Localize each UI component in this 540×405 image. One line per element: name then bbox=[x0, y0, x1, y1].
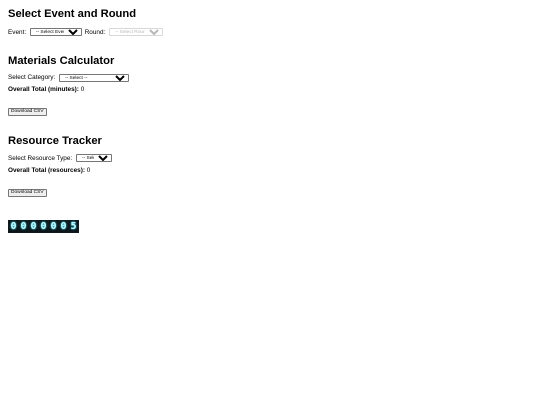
event-section-title: Select Event and Round bbox=[8, 8, 137, 20]
resources-download-csv-button[interactable]: Download CSV bbox=[8, 189, 47, 198]
counter-digit: 5 bbox=[69, 221, 78, 233]
resources-total-value: 0 bbox=[86, 167, 91, 175]
resource-type-label: Select Resource Type: bbox=[8, 155, 73, 163]
counter-digit: 0 bbox=[9, 221, 18, 233]
counter-digit: 0 bbox=[59, 221, 68, 233]
event-label: Event: bbox=[8, 28, 27, 36]
materials-total-label: Overall Total (minutes): bbox=[8, 86, 79, 94]
event-round-row: Event: -- Select Event -- Round: -- Sele… bbox=[8, 28, 532, 37]
category-label: Select Category: bbox=[8, 74, 56, 82]
resources-section-title: Resource Tracker bbox=[8, 135, 102, 148]
materials-total-value: 0 bbox=[80, 86, 85, 94]
counter-digit: 0 bbox=[49, 221, 58, 233]
counter-digit: 0 bbox=[39, 221, 48, 233]
round-select[interactable]: -- Select Round -- bbox=[109, 28, 164, 36]
visitor-counter: 0000005 bbox=[8, 220, 79, 234]
materials-section-title: Materials Calculator bbox=[8, 54, 115, 67]
materials-total: Overall Total (minutes): 0 bbox=[8, 86, 532, 94]
category-row: Select Category: -- Select -- bbox=[8, 73, 532, 83]
materials-download-csv-button[interactable]: Download CSV bbox=[8, 108, 47, 117]
round-label: Round: bbox=[84, 28, 106, 36]
counter-digit: 0 bbox=[29, 221, 38, 233]
resources-total-label: Overall Total (resources): bbox=[8, 167, 85, 175]
event-select[interactable]: -- Select Event -- bbox=[29, 28, 82, 36]
resources-total: Overall Total (resources): 0 bbox=[8, 167, 532, 175]
category-select[interactable]: -- Select -- bbox=[59, 73, 130, 82]
resource-type-row: Select Resource Type: -- Select -- bbox=[8, 154, 532, 163]
resource-type-select[interactable]: -- Select -- bbox=[75, 154, 112, 163]
counter-digit: 0 bbox=[19, 221, 28, 233]
page-content: Select Event and Round Event: -- Select … bbox=[0, 0, 540, 234]
